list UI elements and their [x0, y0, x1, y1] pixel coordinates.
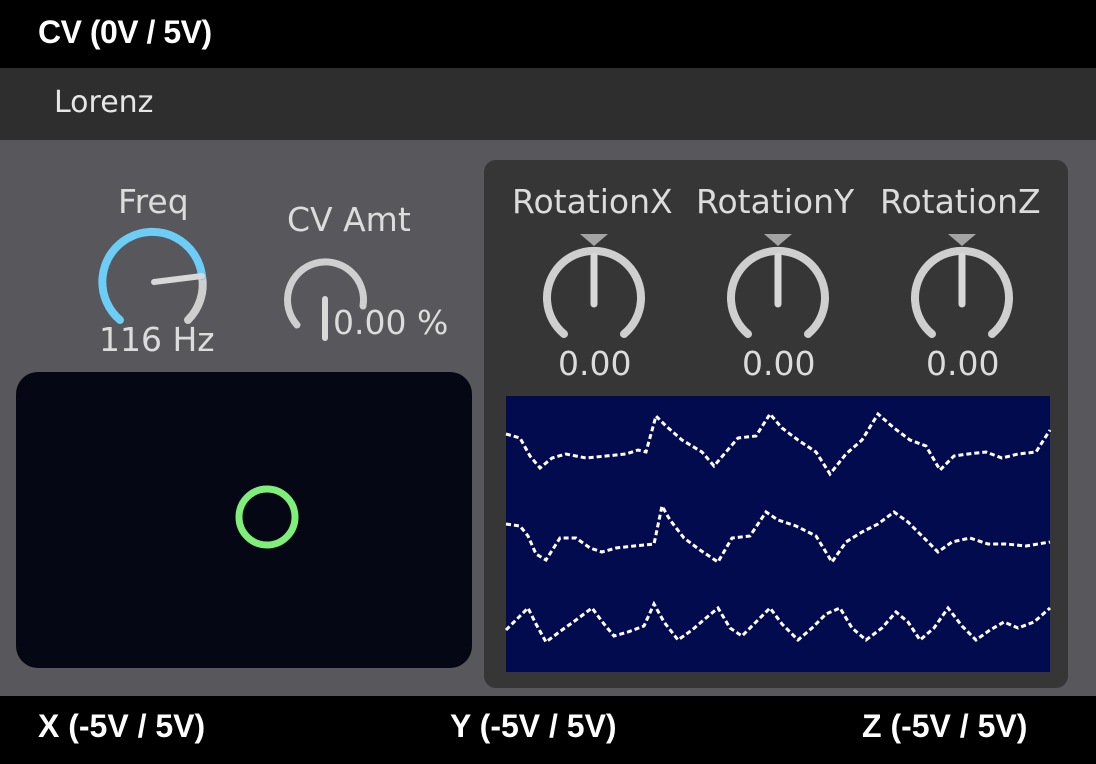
rotation-x-value: 0.00: [558, 344, 632, 383]
rotation-x-label: RotationX: [512, 182, 673, 221]
output-z-label: Z (-5V / 5V): [862, 708, 1028, 744]
output-x-label: X (-5V / 5V): [38, 708, 206, 744]
oscilloscope-display: [504, 396, 1052, 672]
xy-position-indicator[interactable]: [234, 484, 300, 550]
module-title: Lorenz: [54, 85, 154, 120]
cv-input-bar: CV (0V / 5V): [0, 0, 1096, 68]
scope-trace-z: [504, 600, 1051, 645]
output-y-label: Y (-5V / 5V): [450, 708, 617, 744]
freq-value: 116 Hz: [99, 320, 215, 359]
cv-input-label: CV (0V / 5V): [38, 14, 212, 50]
output-bar: X (-5V / 5V) Y (-5V / 5V) Z (-5V / 5V): [0, 696, 1096, 764]
rotation-y-knob[interactable]: [720, 230, 836, 346]
rotation-z-value: 0.00: [926, 344, 1000, 383]
rotation-y-label: RotationY: [696, 182, 855, 221]
rotation-z-label: RotationZ: [880, 182, 1041, 221]
freq-label: Freq: [118, 182, 189, 221]
rotation-z-knob[interactable]: [904, 230, 1020, 346]
scope-trace-x: [505, 411, 1052, 477]
cv-amt-value: 0.00 %: [333, 303, 449, 342]
module-title-bar: Lorenz: [0, 68, 1096, 140]
rotation-y-value: 0.00: [742, 344, 816, 383]
cv-amt-label: CV Amt: [287, 200, 411, 239]
scope-trace-y: [505, 501, 1051, 565]
xy-pad[interactable]: [16, 372, 472, 668]
rotation-x-knob[interactable]: [536, 230, 652, 346]
